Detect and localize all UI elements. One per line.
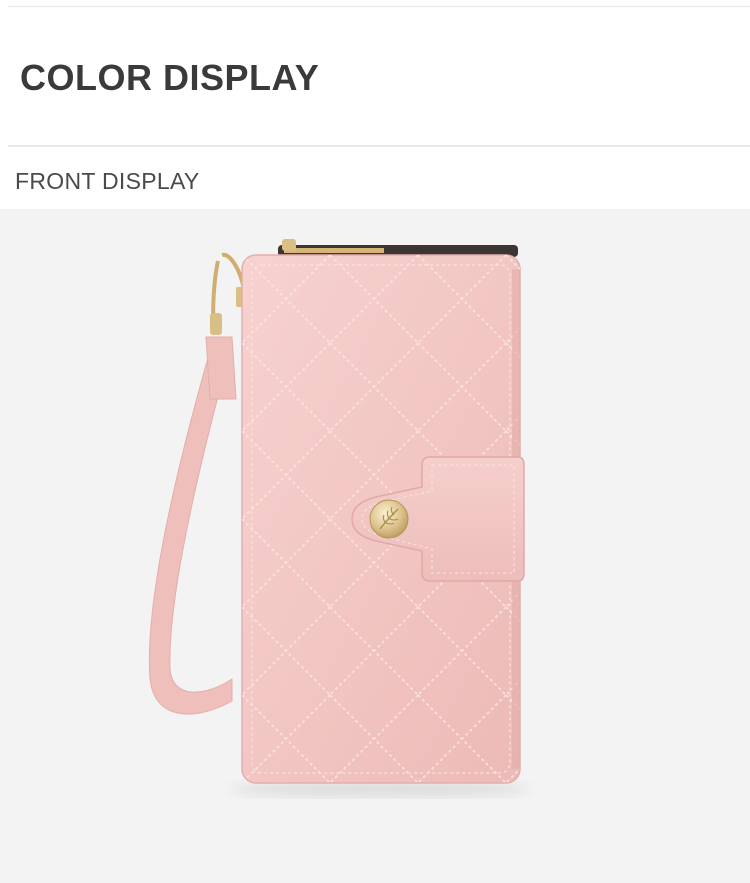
section-divider [8,145,750,147]
wrist-strap [148,335,237,715]
product-photo [0,209,750,883]
subsection-title: FRONT DISPLAY [15,168,200,194]
strap-clasp [210,252,246,335]
page-title: COLOR DISPLAY [20,57,320,98]
top-divider [8,6,750,7]
wallet-illustration [148,239,530,797]
snap-button [369,499,409,539]
